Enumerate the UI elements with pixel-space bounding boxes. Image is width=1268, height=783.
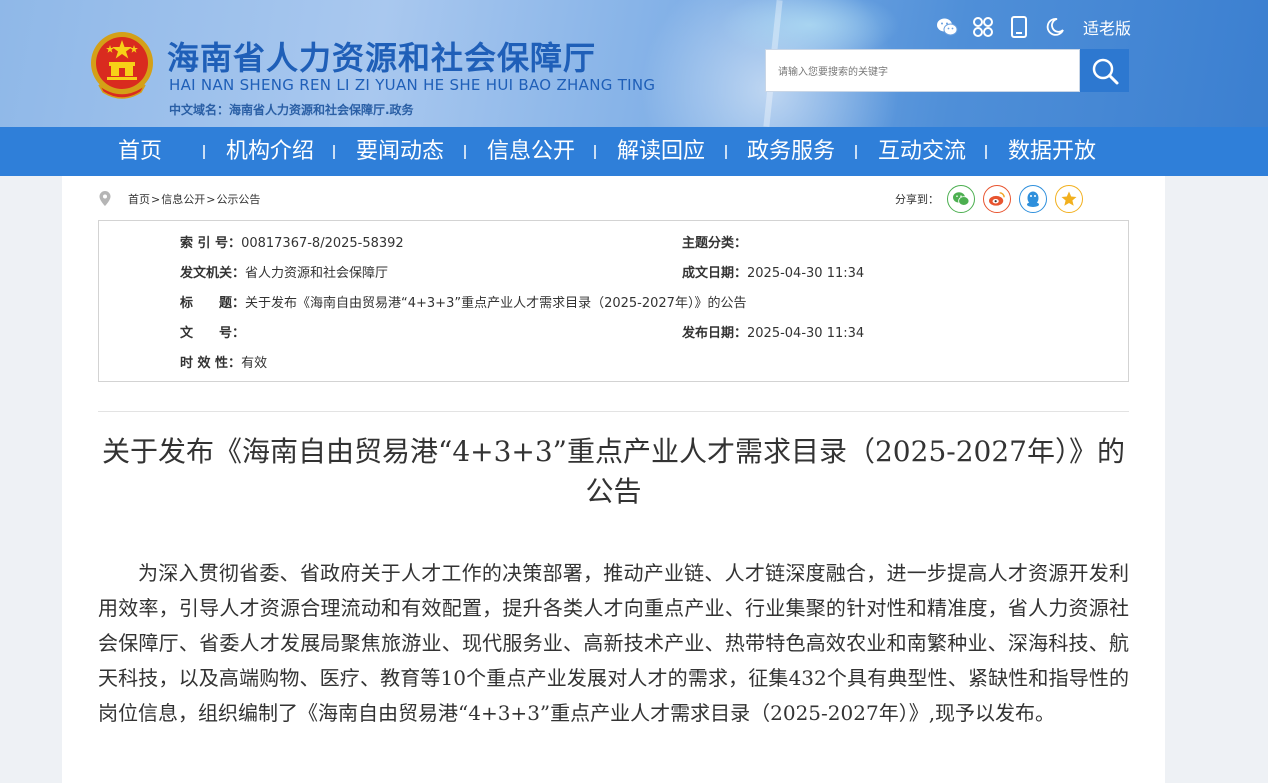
share-wechat-button[interactable]: [947, 185, 975, 213]
nav-separator: [855, 145, 857, 159]
nav-item-interpretation[interactable]: 解读回应: [617, 127, 705, 176]
divider: [98, 411, 1129, 412]
meta-index-label: 索 引 号：: [180, 236, 242, 251]
meta-published-label: 发布日期：: [682, 326, 748, 341]
meta-title-label: 标 题：: [180, 296, 246, 311]
wechat-icon[interactable]: [935, 15, 959, 39]
nav-item-open-data[interactable]: 数据开放: [1008, 127, 1096, 176]
breadcrumb-separator: >: [151, 192, 161, 206]
meta-row: 索 引 号：00817367-8/2025-58392 主题分类：: [99, 232, 1128, 252]
meta-created-label: 成文日期：: [682, 266, 748, 281]
site-header: 海南省人力资源和社会保障厅 HAI NAN SHENG REN LI ZI YU…: [0, 0, 1268, 127]
qq-icon: [1027, 191, 1039, 207]
share-bar: 分享到：: [895, 184, 1083, 214]
search-icon: [1092, 58, 1118, 84]
wechat-icon: [953, 192, 970, 206]
breadcrumb-home[interactable]: 首页: [128, 191, 150, 207]
meta-created-value: 2025-04-30 11:34: [747, 266, 865, 281]
share-qzone-button[interactable]: [1055, 185, 1083, 213]
article-body: 为深入贯彻省委、省政府关于人才工作的决策部署，推动产业链、人才链深度融合，进一步…: [98, 561, 1129, 725]
meta-validity-label: 时 效 性：: [180, 356, 242, 371]
nav-separator: [464, 145, 466, 159]
meta-issuer-value: 省人力资源和社会保障厅: [245, 266, 389, 281]
nav-separator: [203, 145, 205, 159]
site-pinyin: HAI NAN SHENG REN LI ZI YUAN HE SHE HUI …: [169, 76, 656, 94]
meta-row: 文 号： 发布日期：2025-04-30 11:34: [99, 322, 1128, 342]
elder-mode-link[interactable]: 适老版: [1083, 15, 1131, 39]
meta-topic-label: 主题分类：: [682, 236, 748, 251]
meta-row: 标 题：关于发布《海南自由贸易港“4+3+3”重点产业人才需求目录（2025-2…: [99, 292, 1128, 312]
breadcrumb: 首页 > 信息公开 > 公示公告: [98, 190, 260, 208]
nav-item-gov-services[interactable]: 政务服务: [747, 127, 835, 176]
national-emblem-icon[interactable]: [89, 30, 155, 100]
nav-item-interaction[interactable]: 互动交流: [878, 127, 966, 176]
nav-separator: [725, 145, 727, 159]
app-grid-icon[interactable]: [971, 15, 995, 39]
main-nav: 首页 机构介绍 要闻动态 信息公开 解读回应 政务服务 互动交流 数据开放: [0, 127, 1268, 176]
document-metadata-table: 索 引 号：00817367-8/2025-58392 主题分类： 发文机关：省…: [98, 220, 1129, 382]
share-weibo-button[interactable]: [983, 185, 1011, 213]
breadcrumb-info-disclosure[interactable]: 信息公开: [161, 191, 205, 207]
meta-title-value: 关于发布《海南自由贸易港“4+3+3”重点产业人才需求目录（2025-2027年…: [245, 296, 747, 311]
meta-published-value: 2025-04-30 11:34: [747, 326, 865, 341]
nav-separator: [594, 145, 596, 159]
night-mode-icon[interactable]: [1043, 15, 1067, 39]
nav-item-info-disclosure[interactable]: 信息公开: [487, 127, 575, 176]
top-tools: 适老版: [935, 14, 1131, 40]
site-title[interactable]: 海南省人力资源和社会保障厅: [167, 33, 596, 79]
site-domain: 中文域名：海南省人力资源和社会保障厅.政务: [169, 103, 414, 117]
article-title: 关于发布《海南自由贸易港“4+3+3”重点产业人才需求目录（2025-2027年…: [102, 435, 1125, 508]
nav-item-news[interactable]: 要闻动态: [356, 127, 444, 176]
meta-row: 时 效 性：有效: [99, 352, 1128, 372]
share-qq-button[interactable]: [1019, 185, 1047, 213]
nav-separator: [985, 145, 987, 159]
weibo-icon: [989, 192, 1005, 206]
meta-row: 发文机关：省人力资源和社会保障厅 成文日期：2025-04-30 11:34: [99, 262, 1128, 282]
meta-docno-label: 文 号：: [180, 326, 246, 341]
qzone-star-icon: [1061, 191, 1077, 206]
location-pin-icon: [99, 191, 111, 206]
nav-item-about[interactable]: 机构介绍: [226, 127, 314, 176]
meta-issuer-label: 发文机关：: [180, 266, 246, 281]
breadcrumb-current[interactable]: 公示公告: [216, 191, 260, 207]
meta-index-value: 00817367-8/2025-58392: [241, 236, 404, 251]
breadcrumb-separator: >: [206, 192, 216, 206]
nav-item-home[interactable]: 首页: [118, 127, 162, 176]
mobile-icon[interactable]: [1007, 15, 1031, 39]
share-label: 分享到：: [895, 193, 939, 206]
nav-separator: [333, 145, 335, 159]
meta-validity-value: 有效: [241, 356, 268, 371]
search-button[interactable]: [1080, 49, 1129, 92]
search-input[interactable]: 请输入您要搜索的关键字: [765, 49, 1080, 92]
